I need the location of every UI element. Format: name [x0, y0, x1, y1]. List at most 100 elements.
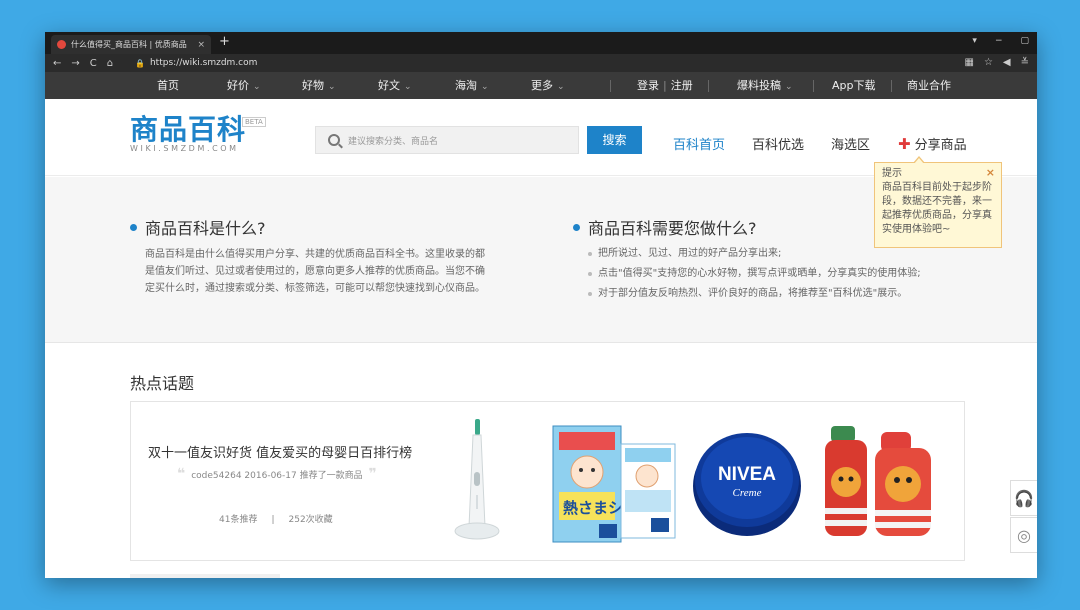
- qr-icon[interactable]: ▦: [964, 57, 973, 68]
- toothbrush-image[interactable]: [451, 417, 507, 549]
- cooling-patch-image[interactable]: 熱さまシート: [551, 420, 679, 546]
- section-heading: 商品百科是什么?: [130, 215, 490, 239]
- back-icon[interactable]: ←: [53, 58, 61, 69]
- nav-item-goods[interactable]: 好物 ⌄: [302, 72, 336, 99]
- bookmark-star-icon[interactable]: ☆: [984, 57, 993, 68]
- url-text: https://wiki.smzdm.com: [149, 58, 258, 68]
- nav-item-label: 海淘: [455, 79, 477, 92]
- search-input[interactable]: 建议搜索分类、商品名: [315, 126, 579, 154]
- tip-title: 提示: [882, 168, 902, 179]
- wiki-description: 商品百科是由什么值得买用户分享、共建的优质商品百科全书。这里收录的都是值友们听过…: [145, 249, 485, 294]
- hot-topics-title: 热点话题: [130, 374, 195, 393]
- topic-meta: ❝ code54264 2016-06-17 推荐了一款商品 ❞: [171, 466, 383, 482]
- tab-wiki-best[interactable]: 百科优选: [752, 134, 804, 153]
- tip-popover: 提示 × 商品百科目前处于起步阶段，数据还不完善，来一起推荐优质商品，分享真实使…: [874, 156, 1002, 248]
- search-button[interactable]: 搜索: [587, 126, 642, 154]
- open-quote-icon: ❝: [177, 466, 186, 482]
- lock-icon: 🔒: [135, 58, 145, 68]
- reload-icon[interactable]: C: [90, 58, 97, 69]
- nav-item-haitao[interactable]: 海淘 ⌄: [455, 72, 489, 99]
- todo-list: 把所说过、见过、用过的好产品分享出来; 点击"值得买"支持您的心水好物，撰写点评…: [588, 244, 921, 304]
- auth-separator: |: [663, 79, 667, 92]
- nav-item-label: 首页: [157, 79, 179, 92]
- tab-bar: 什么值得买_商品百科 | 优质商品 × + ▾ − ▢: [45, 32, 1037, 54]
- what-is-wiki: 商品百科是什么? 商品百科是由什么值得买用户分享、共建的优质商品百科全书。这里收…: [130, 215, 490, 297]
- search-icon: [328, 134, 340, 146]
- share-label: 分享商品: [914, 138, 967, 153]
- bullet-dot: [130, 223, 137, 231]
- wiki-logo[interactable]: 商品百科 BETA WIKI.SMZDM.COM: [130, 113, 266, 153]
- favorite-count: 252次收藏: [288, 515, 333, 525]
- maximize-icon[interactable]: ▢: [1020, 36, 1029, 46]
- nav-buttons: ← → C ⌂: [53, 58, 135, 69]
- site-favicon-icon: [57, 40, 66, 49]
- minimize-icon[interactable]: −: [995, 36, 1003, 46]
- heading-text: 商品百科需要您做什么?: [588, 219, 757, 238]
- home-icon[interactable]: ⌂: [107, 58, 113, 69]
- new-tab-button[interactable]: +: [219, 34, 230, 49]
- business-link[interactable]: 商业合作: [907, 72, 951, 99]
- auth-links: 登录 | 注册: [637, 72, 693, 99]
- section-heading: 商品百科需要您做什么?: [573, 215, 921, 239]
- headset-icon: 🎧: [1014, 488, 1034, 508]
- nav-item-deals[interactable]: 好价 ⌄: [227, 72, 261, 99]
- chevron-down-icon: ⌄: [404, 82, 412, 92]
- kids-bottle-image[interactable]: [819, 422, 939, 542]
- chevron-down-icon: ⌄: [481, 82, 489, 92]
- nav-item-label: 更多: [531, 79, 553, 92]
- app-download-link[interactable]: App下载: [832, 72, 876, 99]
- tip-text: 商品百科目前处于起步阶段，数据还不完善，来一起推荐优质商品，分享真实使用体验吧~: [882, 182, 992, 235]
- nav-divider: [708, 80, 709, 92]
- window-controls: ▾ − ▢: [972, 36, 1029, 46]
- nav-divider: [813, 80, 814, 92]
- help-button[interactable]: ◎: [1010, 517, 1037, 553]
- share-product-link[interactable]: ✚ 分享商品: [898, 134, 967, 153]
- tip-close-icon[interactable]: ×: [986, 166, 995, 180]
- login-link[interactable]: 登录: [637, 79, 659, 92]
- browser-tab[interactable]: 什么值得买_商品百科 | 优质商品 ×: [51, 35, 211, 54]
- register-link[interactable]: 注册: [671, 79, 693, 92]
- speaker-icon[interactable]: ◀: [1003, 57, 1011, 68]
- logo-subtitle: WIKI.SMZDM.COM: [130, 144, 239, 153]
- nivea-wordmark: NIVEA: [718, 464, 776, 485]
- chevron-down-icon: ⌄: [328, 82, 336, 92]
- nav-divider: [891, 80, 892, 92]
- nav-item-home[interactable]: 首页: [157, 72, 179, 99]
- nav-item-label: 好文: [378, 79, 400, 92]
- topic-title[interactable]: 双十一值友识好货 值友爱买的母婴日百排行榜: [148, 442, 412, 461]
- list-item: 点击"值得买"支持您的心水好物，撰写点评或晒单，分享真实的使用体验;: [588, 264, 921, 284]
- tab-close-icon[interactable]: ×: [197, 40, 205, 50]
- recommend-count: 41条推荐: [219, 515, 258, 525]
- what-to-do: 商品百科需要您做什么? 把所说过、见过、用过的好产品分享出来; 点击"值得买"支…: [573, 215, 921, 304]
- nav-item-more[interactable]: 更多 ⌄: [531, 72, 565, 99]
- nav-divider: [610, 80, 611, 92]
- tip-off-menu[interactable]: 爆料投稿 ⌄: [737, 72, 793, 99]
- meta-text: code54264 2016-06-17 推荐了一款商品: [191, 471, 363, 481]
- tab-haitao-zone[interactable]: 海选区: [831, 134, 870, 153]
- logo-text: 商品百科: [130, 113, 247, 146]
- search-placeholder: 建议搜索分类、商品名: [348, 136, 439, 147]
- customer-service-button[interactable]: 🎧: [1010, 480, 1037, 516]
- tab-list-icon[interactable]: ▾: [972, 36, 977, 46]
- chevron-down-icon: ⌄: [785, 82, 793, 92]
- nav-item-label: 好物: [302, 79, 324, 92]
- close-quote-icon: ❞: [368, 466, 377, 482]
- topic-card[interactable]: 双十一值友识好货 值友爱买的母婴日百排行榜 ❝ code54264 2016-06…: [130, 401, 965, 561]
- nav-item-label: 好价: [227, 79, 249, 92]
- menu-icon[interactable]: ≚: [1021, 57, 1029, 68]
- list-item: 对于部分值友反响热烈、评价良好的商品，将推荐至"百科优选"展示。: [588, 284, 921, 304]
- nivea-subtext: Creme: [733, 487, 762, 499]
- lifebuoy-icon: ◎: [1017, 525, 1031, 545]
- nav-item-articles[interactable]: 好文 ⌄: [378, 72, 412, 99]
- chevron-down-icon: ⌄: [253, 82, 261, 92]
- site-top-nav: 首页 好价 ⌄ 好物 ⌄ 好文 ⌄ 海淘 ⌄ 更多 ⌄ 登录 | 注册 爆料投稿 ⌄ App下载…: [45, 72, 1037, 99]
- forward-icon[interactable]: →: [71, 58, 79, 69]
- url-field[interactable]: 🔒 https://wiki.smzdm.com: [135, 58, 257, 68]
- tab-wiki-home[interactable]: 百科首页: [673, 134, 725, 153]
- nivea-tin-image[interactable]: NIVEA Creme: [691, 424, 803, 540]
- bullet-dot: [573, 223, 580, 231]
- list-item: 把所说过、见过、用过的好产品分享出来;: [588, 244, 921, 264]
- tip-off-label: 爆料投稿: [737, 79, 781, 92]
- topic-stats: 41条推荐 | 252次收藏: [219, 512, 333, 525]
- address-bar-actions: ▦ ☆ ◀ ≚: [964, 57, 1029, 68]
